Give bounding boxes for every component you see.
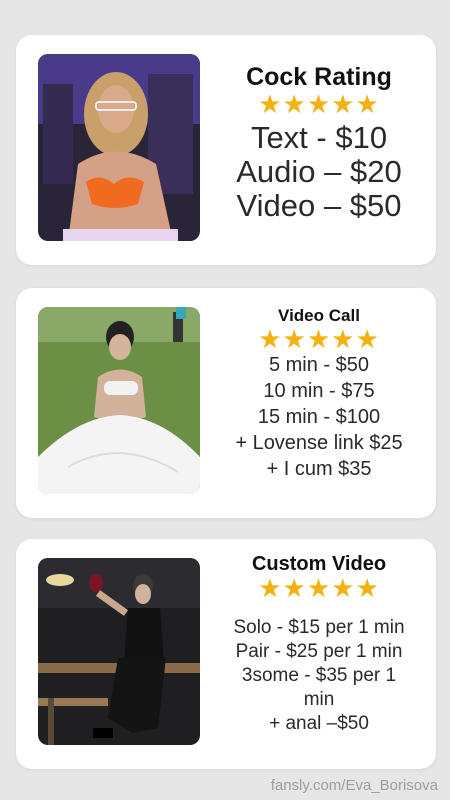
pricing-card-video-call: Video Call ★★★★★ 5 min - $50 10 min - $7… (16, 288, 436, 518)
price-line: Solo - $15 per 1 min (233, 617, 405, 638)
pricing-card-custom-video: Custom Video ★★★★★ Solo - $15 per 1 min … (16, 539, 436, 769)
card-title: Video Call (278, 306, 360, 325)
five-star-rating-icon: ★★★★★ (258, 324, 380, 354)
price-list: Text - $10 Audio – $20 Video – $50 (208, 121, 430, 223)
price-list: 5 min - $50 10 min - $75 15 min - $100 +… (208, 352, 430, 482)
watermark: fansly.com/Eva_Borisova (270, 777, 438, 794)
price-line: min (303, 689, 335, 710)
price-line: + I cum $35 (266, 458, 372, 480)
price-line: 15 min - $100 (257, 406, 381, 428)
pricing-card-cock-rating: Cock Rating ★★★★★ Text - $10 Audio – $20… (16, 35, 436, 265)
price-line: Text - $10 (250, 120, 388, 155)
card-info: Video Call ★★★★★ 5 min - $50 10 min - $7… (208, 288, 430, 518)
photo-thumbnail (38, 54, 200, 241)
card-title: Cock Rating (246, 63, 392, 91)
price-line: + anal –$50 (269, 713, 369, 734)
card-info: Cock Rating ★★★★★ Text - $10 Audio – $20… (208, 35, 430, 265)
price-list: Solo - $15 per 1 min Pair - $25 per 1 mi… (208, 616, 430, 736)
price-line: Pair - $25 per 1 min (235, 641, 403, 662)
price-line: 10 min - $75 (263, 380, 375, 402)
five-star-rating-icon: ★★★★★ (258, 89, 380, 119)
card-info: Custom Video ★★★★★ Solo - $15 per 1 min … (208, 539, 430, 769)
price-line: Audio – $20 (236, 154, 402, 189)
photo-thumbnail (38, 558, 200, 745)
five-star-rating-icon: ★★★★★ (258, 573, 380, 603)
price-line: Video – $50 (236, 188, 402, 223)
price-line: 3some - $35 per 1 (241, 665, 397, 686)
photo-thumbnail (38, 307, 200, 494)
price-line: + Lovense link $25 (235, 432, 403, 454)
price-line: 5 min - $50 (268, 354, 370, 376)
